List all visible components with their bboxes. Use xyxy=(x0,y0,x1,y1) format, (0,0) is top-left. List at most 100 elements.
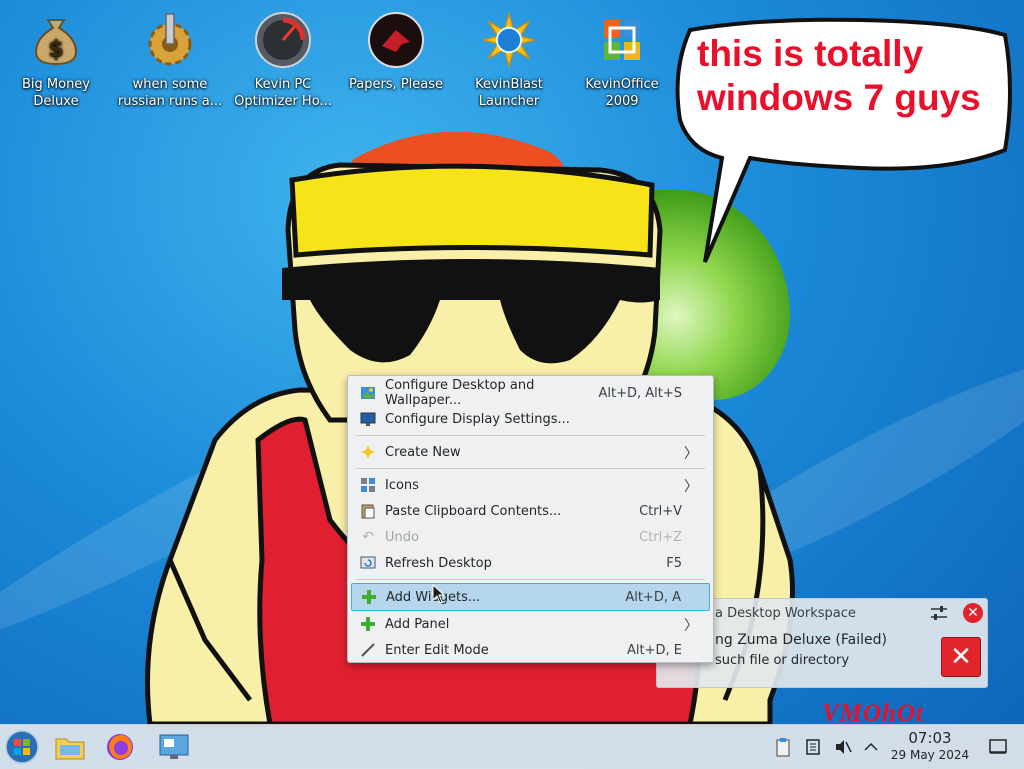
menu-item-enter-edit-mode[interactable]: Enter Edit Mode Alt+D, E xyxy=(351,637,710,663)
menu-item-label: Configure Desktop and Wallpaper... xyxy=(385,378,535,408)
chevron-up-icon xyxy=(864,742,878,751)
notification-heading: ng Zuma Deluxe (Failed) xyxy=(715,632,887,648)
desktop-icon-when-some-russian[interactable]: when some russian runs a... xyxy=(116,8,224,110)
speech-bubble-line: windows 7 guys xyxy=(697,77,981,118)
menu-item-refresh[interactable]: Refresh Desktop F5 xyxy=(351,550,710,576)
menu-item-shortcut: Alt+D, A xyxy=(625,589,681,605)
display-icon xyxy=(360,411,376,427)
starburst-globe-icon xyxy=(481,11,537,69)
plus-icon xyxy=(361,589,377,605)
desktop-icon-label: Papers, Please xyxy=(348,77,444,92)
menu-separator xyxy=(356,579,705,580)
windows-orb-icon xyxy=(5,730,39,764)
menu-item-shortcut: Ctrl+V xyxy=(639,503,682,519)
menu-item-label: Refresh Desktop xyxy=(385,555,492,571)
taskbar-system-settings[interactable] xyxy=(152,725,196,769)
chevron-right-icon: 〉 xyxy=(684,618,698,634)
svg-text:$: $ xyxy=(48,37,63,62)
menu-item-shortcut: F5 xyxy=(666,555,682,571)
volume-muted-icon xyxy=(836,740,852,754)
menu-item-icons[interactable]: Icons 〉 xyxy=(351,472,710,498)
speech-bubble-line: this is totally xyxy=(697,33,924,74)
tray-volume[interactable] xyxy=(832,725,854,769)
menu-item-label: Undo xyxy=(385,529,419,545)
taskbar-file-manager[interactable] xyxy=(50,725,90,769)
taskbar-firefox[interactable] xyxy=(100,725,140,769)
tray-clipboard[interactable] xyxy=(772,725,794,769)
plus-icon xyxy=(360,616,376,632)
error-icon: ✕ xyxy=(941,637,981,677)
menu-item-label: Paste Clipboard Contents... xyxy=(385,503,562,519)
clock-date: 29 May 2024 xyxy=(890,748,970,762)
mouse-cursor-icon xyxy=(432,584,446,604)
desktop-icon-kevin-pc-optimizer[interactable]: Kevin PC Optimizer Ho... xyxy=(229,8,337,110)
papers-please-seal-icon xyxy=(368,12,424,68)
desktop-icon-label: 2009 xyxy=(605,94,639,109)
chevron-right-icon: 〉 xyxy=(684,479,698,495)
paste-icon xyxy=(360,503,376,519)
desktop-icon-label: when some xyxy=(132,77,208,92)
office-logo-icon xyxy=(594,12,650,68)
menu-item-add-widgets[interactable]: Add Widgets... Alt+D, A xyxy=(351,583,710,611)
menu-item-label: Create New xyxy=(385,444,461,460)
notification-settings-icon[interactable] xyxy=(929,603,949,623)
wallpaper-icon xyxy=(360,385,376,401)
menu-item-shortcut: Ctrl+Z xyxy=(639,529,682,545)
desktop-icon-kevinoffice-2009[interactable]: KevinOffice 2009 xyxy=(568,8,676,110)
desktop-icon-label: KevinBlast xyxy=(475,77,543,92)
refresh-icon xyxy=(360,555,376,571)
menu-item-create-new[interactable]: Create New 〉 xyxy=(351,439,710,465)
desktop-icon-label: Kevin PC xyxy=(254,77,312,92)
menu-item-add-panel[interactable]: Add Panel 〉 xyxy=(351,611,710,637)
menu-item-label: Add Widgets... xyxy=(386,589,481,605)
taskbar-clock[interactable]: 07:03 29 May 2024 xyxy=(884,729,976,763)
speech-bubble-text: this is totally windows 7 guys xyxy=(697,32,997,120)
icons-icon xyxy=(360,477,376,493)
menu-item-configure-display[interactable]: Configure Display Settings... xyxy=(351,406,710,432)
menu-item-label: Enter Edit Mode xyxy=(385,642,489,658)
taskbar: 07:03 29 May 2024 xyxy=(0,724,1024,769)
notification-body: such file or directory xyxy=(715,653,850,668)
firefox-icon xyxy=(107,734,133,760)
menu-item-shortcut: Alt+D, E xyxy=(627,642,682,658)
chevron-right-icon: 〉 xyxy=(684,446,698,462)
show-desktop-button[interactable] xyxy=(984,725,1012,769)
tray-expand[interactable] xyxy=(860,725,882,769)
system-settings-icon xyxy=(159,734,189,759)
desktop-icon-label: KevinOffice xyxy=(585,77,659,92)
edit-mode-icon xyxy=(360,642,376,658)
desktop-icon-label: Deluxe xyxy=(33,94,79,109)
menu-separator xyxy=(356,468,705,469)
desktop-icon-big-money-deluxe[interactable]: $ Big Money Deluxe xyxy=(2,8,110,110)
clock-time: 07:03 xyxy=(908,729,952,747)
create-new-icon xyxy=(360,444,376,460)
menu-item-label: Add Panel xyxy=(385,616,450,632)
notification-close-icon[interactable]: ✕ xyxy=(963,603,983,623)
money-bag-icon: $ xyxy=(28,12,84,68)
menu-item-label: Configure Display Settings... xyxy=(385,411,570,427)
desktop-icons: $ Big Money Deluxe when some russian run… xyxy=(0,8,680,118)
menu-item-shortcut: Alt+D, Alt+S xyxy=(598,385,682,401)
notes-icon xyxy=(806,739,820,755)
menu-item-label: Icons xyxy=(385,477,419,493)
desktop-icon-label: Optimizer Ho... xyxy=(234,94,332,109)
undo-icon: ↶ xyxy=(362,529,374,545)
notification-title: a Desktop Workspace xyxy=(715,606,856,621)
menu-separator xyxy=(356,435,705,436)
desktop-icon-label: russian runs a... xyxy=(117,94,223,109)
gear-icon xyxy=(142,12,198,68)
desktop-icon-papers-please[interactable]: Papers, Please xyxy=(342,8,450,93)
desktop-icon-kevinblast-launcher[interactable]: KevinBlast Launcher xyxy=(455,8,563,110)
menu-item-undo[interactable]: ↶ Undo Ctrl+Z xyxy=(351,524,710,550)
clipboard-icon xyxy=(776,738,790,757)
menu-item-configure-desktop[interactable]: Configure Desktop and Wallpaper... Alt+D… xyxy=(351,378,710,408)
start-button[interactable] xyxy=(2,725,42,769)
show-desktop-icon xyxy=(989,739,1007,754)
desktop-icon-label: Launcher xyxy=(478,94,540,109)
folder-icon xyxy=(55,738,85,760)
desktop-icon-label: Big Money xyxy=(21,77,90,92)
desktop-context-menu: Configure Desktop and Wallpaper... Alt+D… xyxy=(347,375,714,663)
tray-notes[interactable] xyxy=(802,725,824,769)
menu-item-paste[interactable]: Paste Clipboard Contents... Ctrl+V xyxy=(351,498,710,524)
gauge-icon xyxy=(255,12,311,68)
